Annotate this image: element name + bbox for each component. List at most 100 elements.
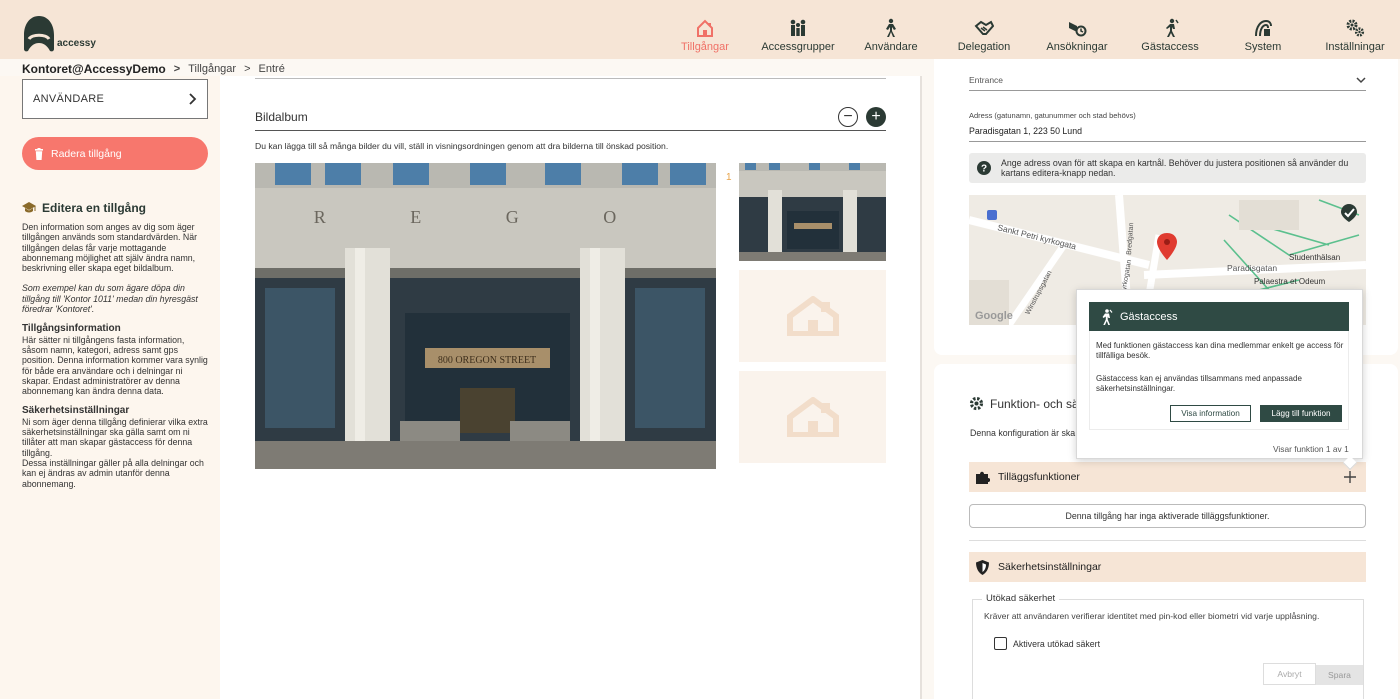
security-title: Säkerhetsinställningar — [998, 561, 1102, 573]
remove-image-button[interactable]: − — [838, 107, 858, 127]
extended-security-checkbox-label[interactable]: Aktivera utökad säkert — [1013, 639, 1100, 649]
delete-asset-button[interactable]: Radera tillgång — [22, 137, 208, 170]
album-thumbnail[interactable] — [739, 163, 886, 261]
system-icon — [1255, 19, 1272, 37]
addons-empty-state: Denna tillgång har inga aktiverade tillä… — [969, 504, 1366, 528]
add-image-button[interactable]: + — [866, 107, 886, 127]
functions-description: Denna konfiguration är ska — [970, 428, 1076, 438]
show-info-button[interactable]: Visa information — [1170, 405, 1251, 422]
building-thumbnail — [739, 163, 886, 261]
plus-icon: + — [871, 108, 881, 125]
chevron-right-icon — [189, 93, 197, 105]
minus-icon: − — [843, 108, 853, 125]
album-title: Bildalbum — [255, 110, 308, 124]
extended-security-description: Kräver att användaren verifierar identit… — [984, 611, 1320, 621]
nav-label: Tillgångar — [681, 41, 729, 53]
house-placeholder-icon — [786, 296, 839, 336]
puzzle-icon — [976, 471, 990, 484]
help-paragraph: Här sätter ni tillgångens fasta informat… — [22, 334, 208, 397]
chevron-down-icon — [1356, 76, 1366, 83]
divider — [255, 78, 886, 79]
addons-title: Tilläggsfunktioner — [998, 471, 1080, 483]
security-header: Säkerhetsinställningar — [969, 552, 1366, 582]
application-icon — [1069, 22, 1087, 37]
nav-label: Inställningar — [1325, 41, 1385, 53]
popover-title: Gästaccess — [1120, 310, 1178, 323]
svg-text:?: ? — [981, 164, 987, 175]
save-button[interactable]: Spara — [1316, 665, 1363, 685]
breadcrumb-separator: > — [244, 63, 251, 75]
shield-icon — [976, 559, 989, 575]
nav-gastaccess[interactable]: Gästaccess — [1141, 0, 1199, 59]
nav-label: Användare — [864, 41, 918, 53]
graduation-cap-icon — [22, 202, 36, 213]
extended-security-checkbox[interactable] — [994, 637, 1007, 650]
guest-icon — [1102, 308, 1113, 325]
address-label: Adress (gatunamn, gatunummer och stad be… — [969, 111, 1136, 120]
map-street-label: Paradisgatan — [1227, 263, 1277, 273]
help-subheading: Tillgångsinformation — [22, 323, 121, 335]
accessy-logo-icon[interactable] — [22, 15, 56, 53]
breadcrumb-org[interactable]: Kontoret@AccessyDemo — [22, 62, 166, 76]
album-photo-main[interactable]: R E G O 800 OREGON STREET — [255, 163, 716, 469]
google-logo: Google — [975, 310, 1013, 322]
map-place-label: Studenthälsan — [1289, 253, 1340, 262]
nav-delegation[interactable]: Delegation — [958, 0, 1010, 59]
brand-name: accessy — [57, 38, 96, 49]
image-order-index: 1 — [726, 172, 732, 183]
building-sign: 800 OREGON STREET — [438, 355, 536, 366]
address-hint-text: Ange adress ovan för att skapa en kartnå… — [1001, 157, 1349, 179]
help-paragraph: Den information som anges av dig som äge… — [22, 222, 198, 274]
nav-system[interactable]: System — [1242, 0, 1284, 59]
category-value: Entrance — [969, 75, 1004, 85]
help-example: Som exempel kan du som ägare döpa din ti… — [22, 283, 198, 315]
help-title: Editera en tillgång — [22, 201, 146, 215]
breadcrumb-separator: > — [173, 63, 181, 75]
top-navbar: accessy Tillgångar Accessgrupper Använda… — [0, 0, 1400, 59]
help-paragraph: Dessa inställningar gäller på alla delni… — [22, 457, 204, 489]
nav-label: Gästaccess — [1141, 41, 1199, 53]
nav-tillgangar[interactable]: Tillgångar — [681, 0, 729, 59]
nav-anvandare[interactable]: Användare — [864, 0, 918, 59]
empty-image-slot[interactable] — [739, 371, 886, 463]
category-select[interactable]: Entrance — [969, 70, 1366, 91]
addons-header: Tilläggsfunktioner — [969, 462, 1366, 492]
guest-icon — [1166, 18, 1179, 37]
popover-text: Med funktionen gästaccess kan dina medle… — [1096, 341, 1344, 360]
gears-icon — [1346, 19, 1365, 37]
help-paragraph: Ni som äger denna tillgång definierar vi… — [22, 416, 208, 458]
breadcrumb: Kontoret@AccessyDemo > Tillgångar > Entr… — [22, 62, 285, 76]
users-button[interactable]: ANVÄNDARE — [22, 79, 208, 119]
map-edit-icon[interactable] — [1339, 203, 1359, 223]
building-photo: R E G O 800 OREGON STREET — [255, 163, 716, 469]
nav-ansokningar[interactable]: Ansökningar — [1046, 0, 1108, 59]
group-icon — [790, 19, 806, 36]
nav-installningar[interactable]: Inställningar — [1324, 0, 1386, 59]
trash-icon — [35, 147, 43, 160]
breadcrumb-tillgangar[interactable]: Tillgångar — [188, 63, 236, 75]
add-function-button[interactable]: Lägg till funktion — [1260, 405, 1342, 422]
address-hint: ? Ange adress ovan för att skapa en kart… — [969, 153, 1366, 183]
nav-label: System — [1244, 41, 1282, 53]
cancel-button[interactable]: Avbryt — [1263, 663, 1316, 685]
facade-letters: R E G O — [314, 207, 657, 227]
extended-security-legend: Utökad säkerhet — [982, 593, 1060, 604]
empty-image-slot[interactable] — [739, 270, 886, 362]
nav-label: Delegation — [957, 41, 1011, 53]
functions-title: Funktion- och sä — [969, 396, 1079, 411]
popover-text: Gästaccess kan ej användas tillsammans m… — [1096, 374, 1302, 393]
question-icon: ? — [977, 161, 991, 175]
divider — [255, 130, 886, 131]
help-body: Den information som anges av dig som äge… — [22, 222, 212, 489]
add-addon-icon[interactable] — [1344, 471, 1356, 483]
nav-accessgrupper[interactable]: Accessgrupper — [761, 0, 835, 59]
house-icon — [697, 19, 713, 37]
address-input[interactable]: Paradisgatan 1, 223 50 Lund — [969, 126, 1366, 142]
delete-asset-label: Radera tillgång — [51, 147, 122, 160]
help-subheading: Säkerhetsinställningar — [22, 405, 130, 417]
person-icon — [886, 18, 896, 37]
house-placeholder-icon — [786, 397, 839, 437]
help-title-text: Editera en tillgång — [42, 201, 147, 215]
album-description: Du kan lägga till så många bilder du vil… — [255, 141, 669, 151]
popover-pagination: Visar funktion 1 av 1 — [1273, 444, 1349, 454]
